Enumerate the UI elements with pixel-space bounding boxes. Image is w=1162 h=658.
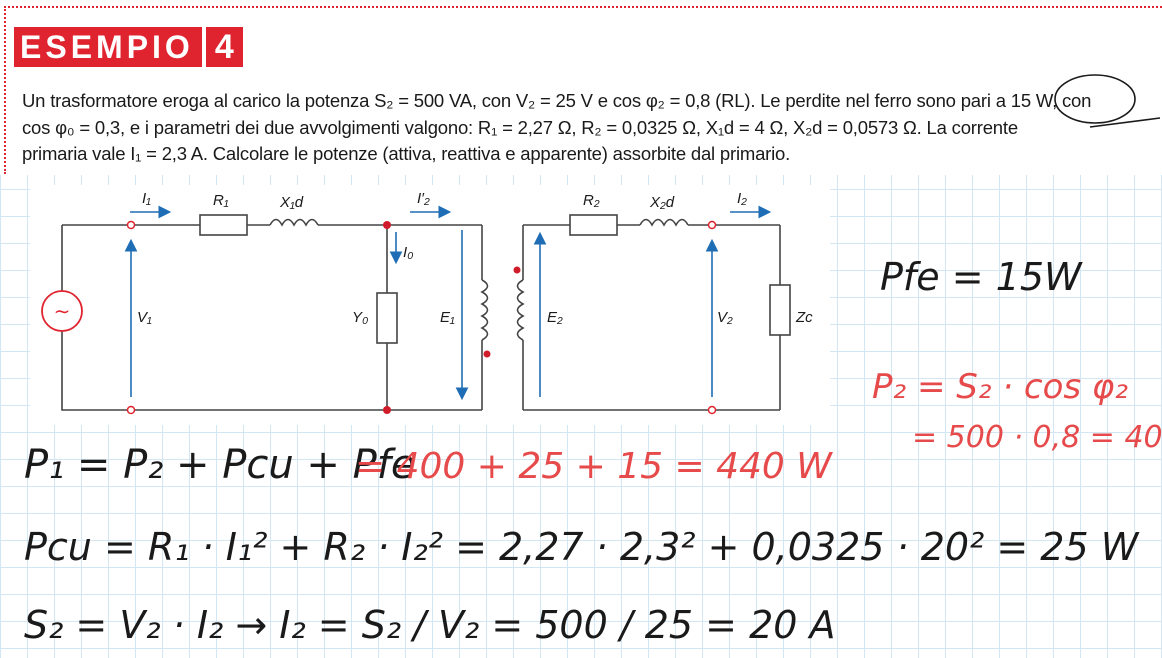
note-pfe: Pfe = 15W bbox=[880, 255, 1083, 299]
note-p2-result: = 500 · 0,8 = 400W bbox=[912, 420, 1162, 455]
note-s2: S₂ = V₂ · I₂ → I₂ = S₂ / V₂ = 500 / 25 =… bbox=[24, 603, 836, 647]
handwritten-notes: Pfe = 15W P₂ = S₂ · cos φ₂ = 500 · 0,8 =… bbox=[24, 74, 1162, 647]
note-p1-result: = 400 + 25 + 15 = 440 W bbox=[355, 446, 833, 487]
note-pcu: Pcu = R₁ · I₁² + R₂ · I₂² = 2,27 · 2,3² … bbox=[24, 525, 1140, 569]
note-p2-formula: P₂ = S₂ · cos φ₂ bbox=[872, 367, 1128, 407]
circle-annotation bbox=[1054, 74, 1136, 124]
